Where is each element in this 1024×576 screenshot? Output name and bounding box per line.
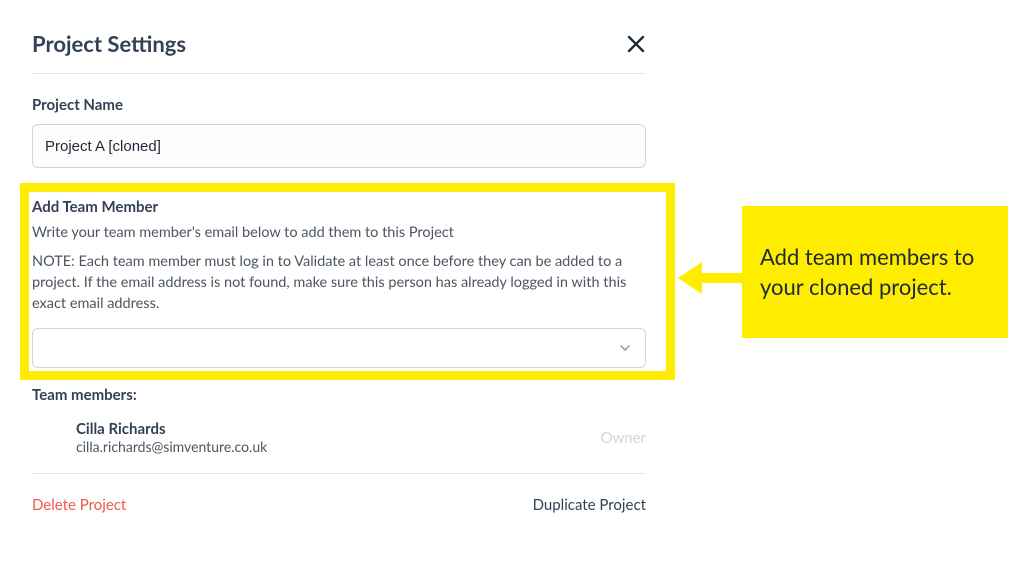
annotation-arrow (678, 260, 744, 296)
close-icon[interactable] (626, 34, 646, 54)
duplicate-project-link[interactable]: Duplicate Project (533, 496, 646, 514)
member-email: cilla.richards@simventure.co.uk (76, 438, 267, 455)
add-member-note: NOTE: Each team member must log in to Va… (32, 251, 646, 314)
add-member-helper: Write your team member's email below to … (32, 222, 646, 243)
add-member-label: Add Team Member (32, 198, 646, 216)
delete-project-link[interactable]: Delete Project (32, 496, 126, 514)
member-row: Cilla Richards cilla.richards@simventure… (32, 420, 646, 474)
settings-panel: Project Settings Project Name Add Team M… (32, 30, 646, 514)
annotation-callout: Add team members to your cloned project. (742, 206, 1008, 338)
member-info: Cilla Richards cilla.richards@simventure… (76, 420, 267, 455)
member-role: Owner (600, 429, 646, 447)
annotation-text: Add team members to your cloned project. (760, 242, 990, 301)
project-name-input[interactable] (32, 124, 646, 168)
header-row: Project Settings (32, 30, 646, 57)
chevron-down-icon (619, 342, 631, 354)
add-member-section: Add Team Member Write your team member's… (32, 198, 646, 368)
member-name: Cilla Richards (76, 420, 267, 438)
page-title: Project Settings (32, 30, 186, 57)
member-email-select[interactable] (32, 328, 646, 368)
team-members-label: Team members: (32, 386, 646, 404)
footer-row: Delete Project Duplicate Project (32, 496, 646, 514)
divider (32, 73, 646, 74)
project-name-label: Project Name (32, 96, 646, 114)
